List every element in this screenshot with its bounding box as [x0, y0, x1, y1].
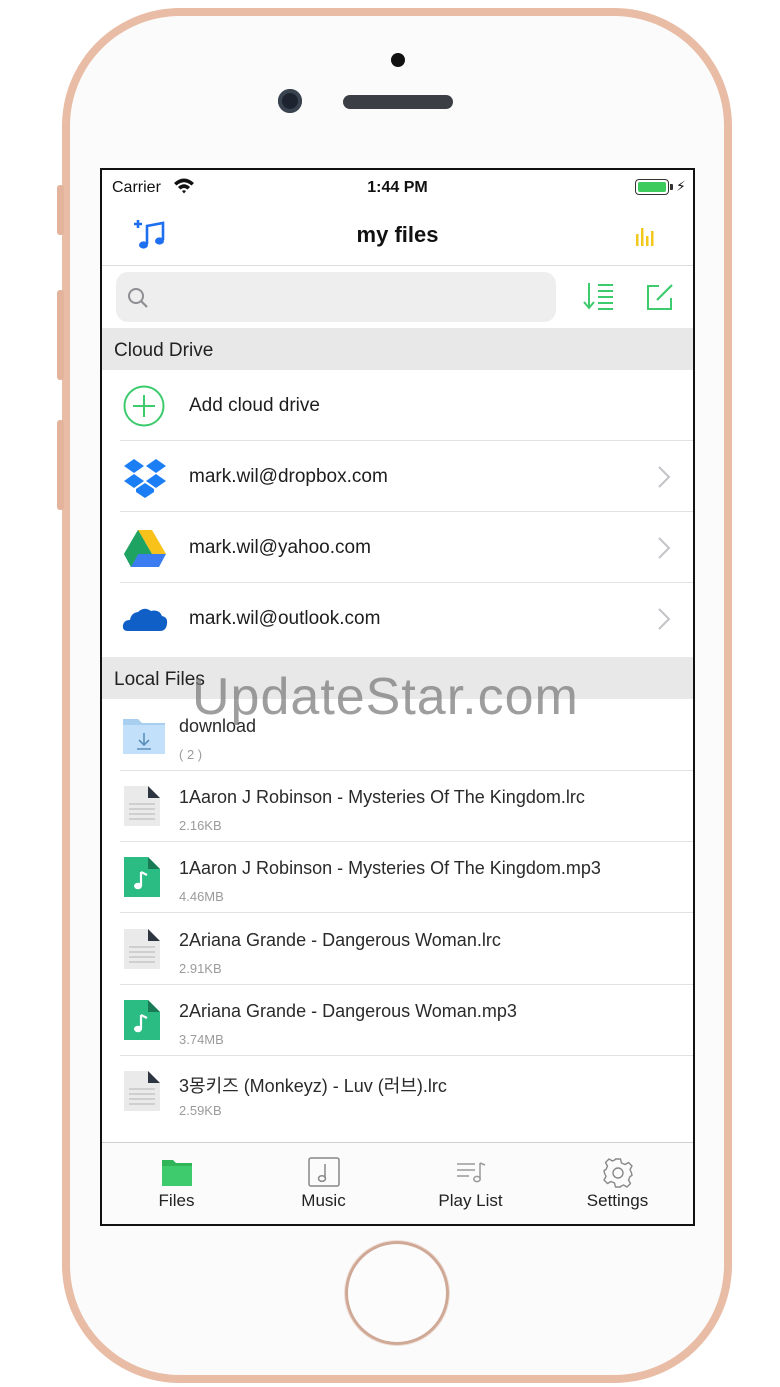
lyrics-file-icon: [122, 1069, 162, 1118]
chevron-right-icon: [657, 536, 671, 565]
battery-icon: [635, 179, 669, 195]
file-meta: 2.91KB: [179, 961, 222, 976]
search-row: [102, 266, 693, 328]
tab-label: Settings: [586, 1191, 649, 1210]
section-header-local-files: Local Files: [102, 657, 693, 699]
chevron-right-icon: [657, 607, 671, 636]
edit-icon[interactable]: [645, 282, 675, 317]
file-meta: 3.74MB: [179, 1032, 224, 1047]
tab-label: Files: [158, 1191, 195, 1210]
charging-bolt-icon: ⚡: [676, 178, 686, 194]
audio-file-icon: [122, 998, 162, 1047]
add-cloud-drive-label: Add cloud drive: [189, 395, 320, 416]
lyrics-file-icon: [122, 927, 162, 976]
file-meta: 2.16KB: [179, 818, 222, 833]
file-name: 2Ariana Grande - Dangerous Woman.lrc: [179, 930, 501, 950]
sort-icon[interactable]: [583, 281, 615, 316]
audio-file-icon: [122, 855, 162, 904]
tab-play-list[interactable]: Play List: [397, 1143, 544, 1224]
chevron-right-icon: [657, 465, 671, 494]
silent-switch: [57, 185, 64, 235]
folder-download-icon: [122, 713, 166, 762]
file-meta: 4.46MB: [179, 889, 224, 904]
file-row[interactable]: 3몽키즈 (Monkeyz) - Luv (러브).lrc 2.59KB: [102, 1055, 693, 1127]
home-button[interactable]: [345, 1241, 449, 1345]
music-note-icon: [308, 1157, 340, 1192]
cloud-account-label: mark.wil@outlook.com: [189, 608, 381, 629]
search-icon: [126, 286, 150, 315]
file-row[interactable]: 1Aaron J Robinson - Mysteries Of The Kin…: [102, 770, 693, 842]
file-row[interactable]: 2Ariana Grande - Dangerous Woman.mp3 3.7…: [102, 984, 693, 1056]
cloud-account-row-outlook[interactable]: mark.wil@outlook.com: [102, 583, 693, 654]
page-title: my files: [356, 222, 439, 247]
file-meta: ( 2 ): [179, 747, 203, 762]
file-row[interactable]: 1Aaron J Robinson - Mysteries Of The Kin…: [102, 841, 693, 913]
cloud-account-row-dropbox[interactable]: mark.wil@dropbox.com: [102, 441, 693, 512]
cloud-account-label: mark.wil@yahoo.com: [189, 537, 371, 558]
lyrics-file-icon: [122, 784, 162, 833]
file-name: 2Ariana Grande - Dangerous Woman.mp3: [179, 1001, 517, 1021]
clock: 1:44 PM: [367, 179, 428, 196]
onedrive-icon: [122, 597, 168, 641]
tab-settings[interactable]: Settings: [544, 1143, 691, 1224]
file-name: download: [179, 716, 257, 736]
file-meta: 2.59KB: [179, 1103, 222, 1118]
status-bar: Carrier 1:44 PM ⚡: [102, 170, 693, 206]
cloud-account-label: mark.wil@dropbox.com: [189, 466, 388, 487]
file-name: 3몽키즈 (Monkeyz) - Luv (러브).lrc: [179, 1076, 447, 1096]
proximity-sensor: [391, 53, 405, 67]
add-cloud-drive-row[interactable]: Add cloud drive: [102, 370, 693, 441]
file-name: 1Aaron J Robinson - Mysteries Of The Kin…: [179, 787, 585, 807]
tab-bar: Files Music Play List Settings: [102, 1142, 693, 1224]
cloud-account-row-yahoo[interactable]: mark.wil@yahoo.com: [102, 512, 693, 583]
gear-icon: [602, 1157, 634, 1194]
tab-label: Play List: [438, 1191, 503, 1210]
file-name: 1Aaron J Robinson - Mysteries Of The Kin…: [179, 858, 601, 878]
tab-files[interactable]: Files: [103, 1143, 250, 1224]
folder-icon: [161, 1157, 193, 1192]
volume-up-button: [57, 290, 64, 380]
search-box[interactable]: [116, 272, 556, 322]
equalizer-icon[interactable]: [634, 224, 658, 253]
google-drive-icon: [122, 526, 168, 570]
earpiece-speaker: [343, 95, 453, 109]
tab-music[interactable]: Music: [250, 1143, 397, 1224]
battery-cap: [670, 184, 673, 190]
section-header-cloud-drive: Cloud Drive: [102, 328, 693, 370]
front-camera: [278, 89, 302, 113]
file-row[interactable]: 2Ariana Grande - Dangerous Woman.lrc 2.9…: [102, 913, 693, 985]
tab-label: Music: [301, 1191, 346, 1210]
app-screen: Carrier 1:44 PM ⚡ my files Cloud Drive A…: [100, 168, 695, 1226]
file-row[interactable]: download ( 2 ): [102, 699, 693, 771]
navigation-bar: my files: [102, 206, 693, 266]
playlist-icon: [455, 1157, 487, 1192]
volume-down-button: [57, 420, 64, 510]
search-input[interactable]: [158, 280, 538, 314]
dropbox-icon: [122, 455, 168, 499]
add-circle-icon: [122, 384, 168, 428]
